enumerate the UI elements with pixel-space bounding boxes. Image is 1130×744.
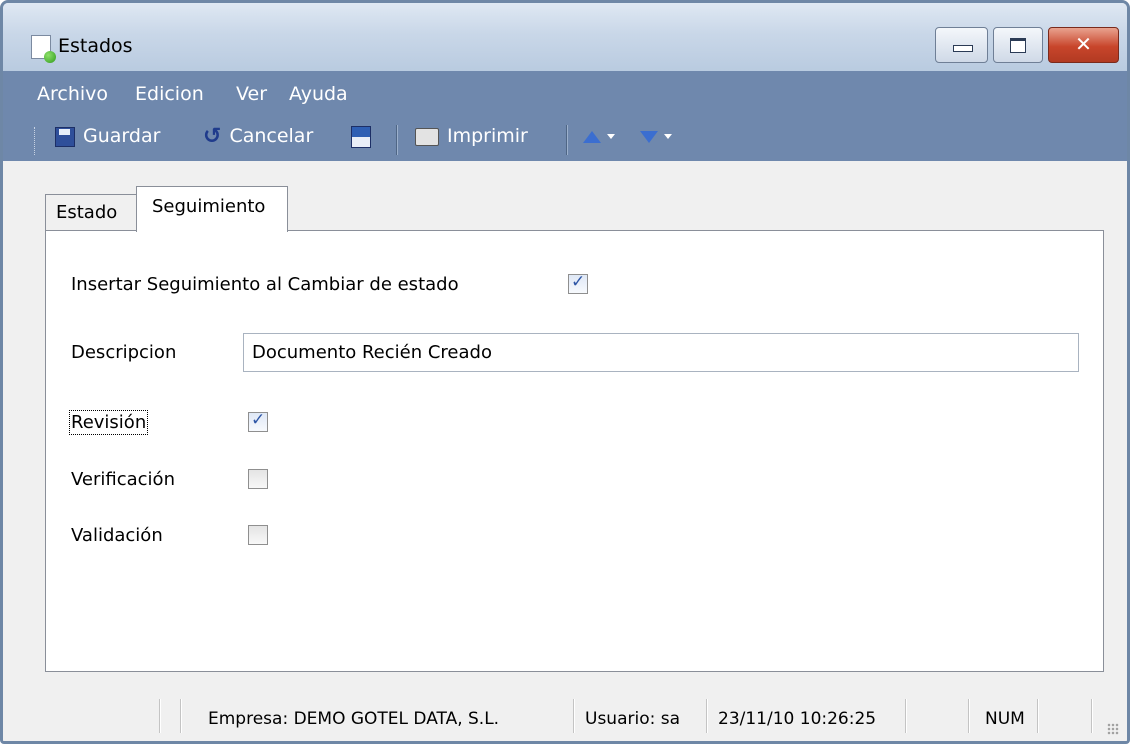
tab-estado[interactable]: Estado bbox=[45, 194, 138, 231]
description-input[interactable]: Documento Recién Creado bbox=[243, 333, 1079, 372]
menu-ver[interactable]: Ver bbox=[236, 83, 267, 105]
close-button[interactable]: ✕ bbox=[1048, 27, 1119, 63]
description-label: Descripcion bbox=[71, 342, 177, 363]
verification-label: Verificación bbox=[71, 469, 175, 490]
status-num: NUM bbox=[985, 709, 1025, 729]
print-button[interactable]: Imprimir bbox=[415, 125, 528, 153]
chevron-down-icon bbox=[607, 134, 615, 139]
save-button[interactable]: Guardar bbox=[55, 125, 160, 153]
toolbar-separator bbox=[566, 125, 568, 155]
next-record-button[interactable] bbox=[640, 125, 672, 153]
maximize-button[interactable] bbox=[993, 27, 1043, 63]
status-bar: Empresa: DEMO GOTEL DATA, S.L. Usuario: … bbox=[3, 689, 1127, 741]
status-company: Empresa: DEMO GOTEL DATA, S.L. bbox=[208, 709, 500, 729]
menu-ayuda[interactable]: Ayuda bbox=[289, 83, 348, 105]
save-icon bbox=[55, 126, 75, 147]
client-area: Estado Seguimiento Insertar Seguimiento … bbox=[3, 161, 1127, 689]
revision-checkbox[interactable] bbox=[248, 410, 268, 432]
title-bar[interactable]: Estados ✕ bbox=[3, 3, 1127, 71]
printer-icon bbox=[415, 127, 439, 146]
export-button[interactable] bbox=[351, 125, 379, 153]
menu-edicion[interactable]: Edicion bbox=[135, 83, 204, 105]
status-separator bbox=[1091, 699, 1093, 733]
maximize-icon bbox=[1010, 38, 1026, 53]
close-icon: ✕ bbox=[1075, 32, 1092, 56]
cancel-refresh-icon: ↺ bbox=[203, 123, 222, 149]
verification-checkbox[interactable] bbox=[248, 469, 268, 489]
status-separator bbox=[1037, 699, 1039, 733]
validation-checkbox[interactable] bbox=[248, 525, 268, 545]
status-datetime: 23/11/10 10:26:25 bbox=[718, 709, 877, 729]
tab-panel-seguimiento: Insertar Seguimiento al Cambiar de estad… bbox=[45, 230, 1104, 672]
toolbar-grip[interactable] bbox=[34, 127, 38, 155]
insert-followup-label: Insertar Seguimiento al Cambiar de estad… bbox=[71, 274, 459, 295]
document-status-icon bbox=[31, 35, 56, 63]
cancel-button[interactable]: ↺ Cancelar bbox=[203, 125, 313, 153]
status-separator bbox=[706, 699, 708, 733]
status-user: Usuario: sa bbox=[585, 709, 681, 729]
chevron-down-icon bbox=[664, 134, 672, 139]
export-icon bbox=[351, 125, 371, 148]
status-separator bbox=[968, 699, 970, 733]
minimize-icon bbox=[953, 45, 973, 52]
minimize-button[interactable] bbox=[935, 27, 988, 63]
validation-label: Validación bbox=[71, 525, 163, 546]
status-separator bbox=[180, 699, 182, 733]
window-title: Estados bbox=[58, 35, 133, 57]
previous-record-button[interactable] bbox=[583, 125, 615, 153]
insert-followup-checkbox[interactable] bbox=[568, 272, 588, 294]
window: Estados ✕ Archivo Edicion Ver Ayuda Guar… bbox=[0, 0, 1130, 744]
status-separator bbox=[159, 699, 161, 733]
toolbar: Guardar ↺ Cancelar Imprimir bbox=[3, 119, 1127, 161]
arrow-down-icon bbox=[640, 130, 658, 143]
toolbar-separator bbox=[396, 125, 398, 155]
tab-seguimiento[interactable]: Seguimiento bbox=[136, 186, 288, 232]
arrow-up-icon bbox=[583, 130, 601, 143]
menu-bar: Archivo Edicion Ver Ayuda bbox=[3, 71, 1127, 119]
menu-archivo[interactable]: Archivo bbox=[37, 83, 108, 105]
status-separator bbox=[573, 699, 575, 733]
revision-label: Revisión bbox=[68, 410, 149, 435]
resize-grip[interactable] bbox=[1107, 723, 1119, 735]
status-separator bbox=[905, 699, 907, 733]
